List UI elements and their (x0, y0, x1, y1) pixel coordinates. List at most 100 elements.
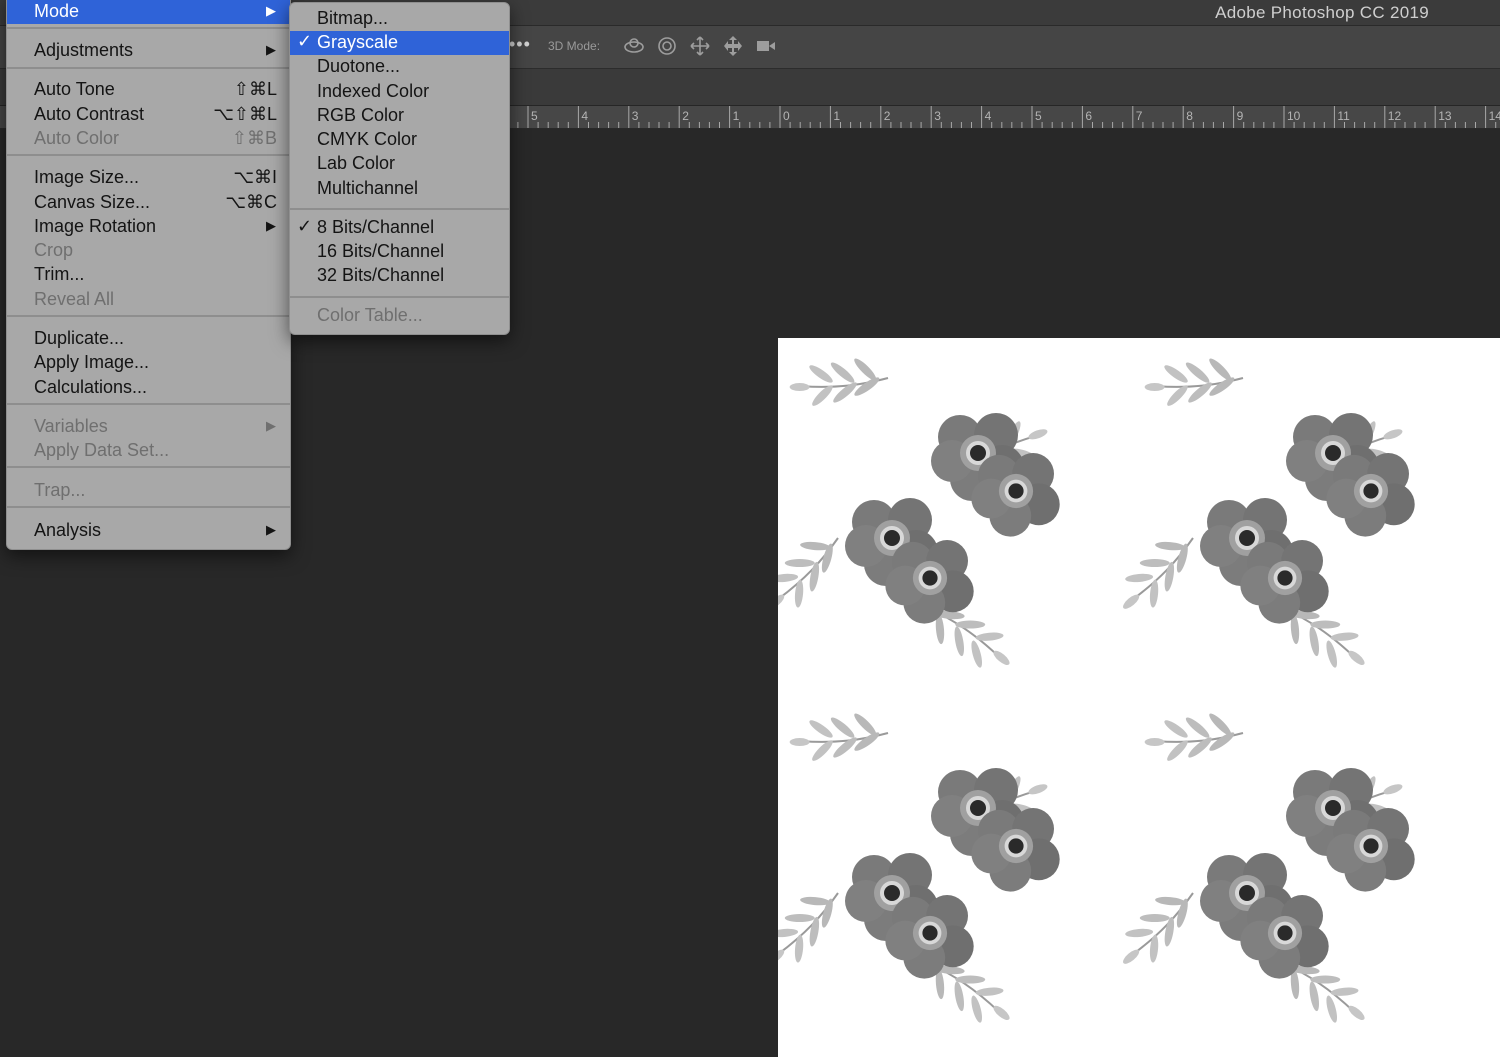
ruler-label: 8 (1186, 109, 1193, 123)
menu-item-duplicate[interactable]: Duplicate... (7, 327, 290, 351)
menu-item-label: Auto Contrast (34, 104, 145, 124)
menu-item-canvas-size[interactable]: Canvas Size... ⌥⌘C (7, 191, 290, 215)
checkmark-icon: ✓ (297, 31, 313, 51)
menu-item-label: 32 Bits/Channel (317, 265, 445, 285)
mode-item-32-bits-channel[interactable]: 32 Bits/Channel (290, 264, 509, 288)
menu-item-label: Canvas Size... (34, 192, 151, 212)
ruler-label: 12 (1387, 109, 1402, 123)
3d-pan-icon[interactable] (688, 34, 712, 58)
ruler-label: 2 (682, 109, 689, 123)
menu-item-label: Analysis (34, 520, 102, 540)
mode-item-duotone[interactable]: Duotone... (290, 55, 509, 79)
menu-item-label: Adjustments (34, 40, 134, 60)
3d-mode-tools (622, 34, 778, 58)
ruler-label: 0 (783, 109, 790, 123)
menu-item-shortcut: ⌥⇧⌘L (213, 104, 277, 124)
menu-item-apply-data-set: Apply Data Set... (7, 439, 290, 463)
menu-item-shortcut: ⌥⌘C (225, 192, 277, 212)
3d-slide-icon[interactable] (721, 34, 745, 58)
menu-item-label: Image Rotation (34, 216, 157, 236)
mode-item-lab-color[interactable]: Lab Color (290, 152, 509, 176)
menu-item-label: 8 Bits/Channel (317, 217, 435, 237)
menu-separator (7, 506, 290, 508)
menu-item-label: Apply Data Set... (34, 440, 170, 460)
menu-item-label: Auto Tone (34, 79, 115, 99)
menu-item-label: Color Table... (317, 305, 423, 325)
menu-separator (7, 315, 290, 317)
submenu-arrow-icon: ▶ (266, 218, 276, 233)
menu-item-label: Variables (34, 416, 108, 436)
menu-item-label: Calculations... (34, 377, 148, 397)
ruler-label: 1 (732, 109, 740, 123)
3d-roll-icon[interactable] (655, 34, 679, 58)
menu-item-mode[interactable]: Mode ▶ (7, 0, 290, 24)
ruler-label: 1 (833, 109, 841, 123)
3d-orbit-icon[interactable] (622, 34, 646, 58)
menu-item-shortcut: ⇧⌘B (231, 128, 277, 148)
menu-item-label: Grayscale (317, 32, 399, 52)
app-title: Adobe Photoshop CC 2019 (1215, 3, 1429, 22)
menu-item-label: Mode (34, 1, 80, 21)
menu-item-label: Duotone... (317, 56, 401, 76)
menu-separator (290, 296, 509, 298)
3d-mode-label: 3D Mode: (548, 39, 601, 53)
menu-item-label: CMYK Color (317, 129, 418, 149)
ruler-label: 5 (531, 109, 538, 123)
menu-separator (290, 208, 509, 210)
mode-item-indexed-color[interactable]: Indexed Color (290, 80, 509, 104)
mode-item-16-bits-channel[interactable]: 16 Bits/Channel (290, 240, 509, 264)
ruler-label: 11 (1337, 109, 1350, 123)
menu-item-label: Image Size... (34, 167, 140, 187)
floral-pattern-image (778, 338, 1500, 1057)
menu-item-label: Auto Color (34, 128, 120, 148)
submenu-arrow-icon: ▶ (266, 42, 276, 57)
ruler-label: 5 (1035, 109, 1042, 123)
menu-item-label: Reveal All (34, 289, 115, 309)
menu-item-trap: Trap... (7, 479, 290, 503)
menu-item-label: Crop (34, 240, 74, 260)
image-menu: Mode ▶ Adjustments ▶ Auto Tone ⇧⌘L Auto Contra… (6, 0, 291, 550)
menu-item-adjustments[interactable]: Adjustments ▶ (7, 39, 290, 63)
menu-item-auto-tone[interactable]: Auto Tone ⇧⌘L (7, 78, 290, 102)
menu-item-label: Duplicate... (34, 328, 125, 348)
menu-item-analysis[interactable]: Analysis ▶ (7, 519, 290, 543)
menu-item-label: Trim... (34, 264, 85, 284)
menu-item-variables: Variables ▶ (7, 415, 290, 439)
menu-separator (7, 466, 290, 468)
menu-item-reveal-all: Reveal All (7, 288, 290, 312)
menu-item-shortcut: ⌥⌘I (233, 167, 277, 187)
menu-item-crop: Crop (7, 239, 290, 263)
mode-item-grayscale[interactable]: ✓ Grayscale (290, 31, 509, 55)
ruler-label: 3 (934, 109, 941, 123)
submenu-arrow-icon: ▶ (266, 3, 276, 18)
menu-item-label: Trap... (34, 480, 86, 500)
ruler-label: 3 (631, 109, 639, 123)
checkmark-icon: ✓ (297, 216, 313, 236)
mode-item-bitmap[interactable]: Bitmap... (290, 7, 509, 31)
ruler-label: 2 (883, 109, 891, 123)
mode-item-rgb-color[interactable]: RGB Color (290, 104, 509, 128)
3d-scale-camera-icon[interactable] (754, 34, 778, 58)
menu-item-auto-color: Auto Color ⇧⌘B (7, 127, 290, 151)
menu-item-image-rotation[interactable]: Image Rotation ▶ (7, 215, 290, 239)
menu-item-label: Multichannel (317, 178, 419, 198)
ruler-label: 7 (1135, 109, 1143, 123)
mode-item-multichannel[interactable]: Multichannel (290, 177, 509, 201)
menu-separator (7, 27, 290, 29)
ruler-label: 13 (1438, 109, 1452, 123)
menu-item-apply-image[interactable]: Apply Image... (7, 351, 290, 375)
menu-item-label: RGB Color (317, 105, 405, 125)
mode-item-8-bits-channel[interactable]: ✓ 8 Bits/Channel (290, 216, 509, 240)
menu-item-trim[interactable]: Trim... (7, 263, 290, 287)
submenu-arrow-icon: ▶ (266, 522, 276, 537)
menu-separator (7, 154, 290, 156)
menu-item-shortcut: ⇧⌘L (233, 79, 277, 99)
document-canvas[interactable] (778, 338, 1500, 1057)
menu-separator (7, 67, 290, 69)
menu-item-calculations[interactable]: Calculations... (7, 376, 290, 400)
more-options-button[interactable]: ••• (509, 34, 531, 55)
menu-item-image-size[interactable]: Image Size... ⌥⌘I (7, 166, 290, 190)
mode-item-cmyk-color[interactable]: CMYK Color (290, 128, 509, 152)
menu-item-label: Bitmap... (317, 8, 389, 28)
menu-item-auto-contrast[interactable]: Auto Contrast ⌥⇧⌘L (7, 103, 290, 127)
